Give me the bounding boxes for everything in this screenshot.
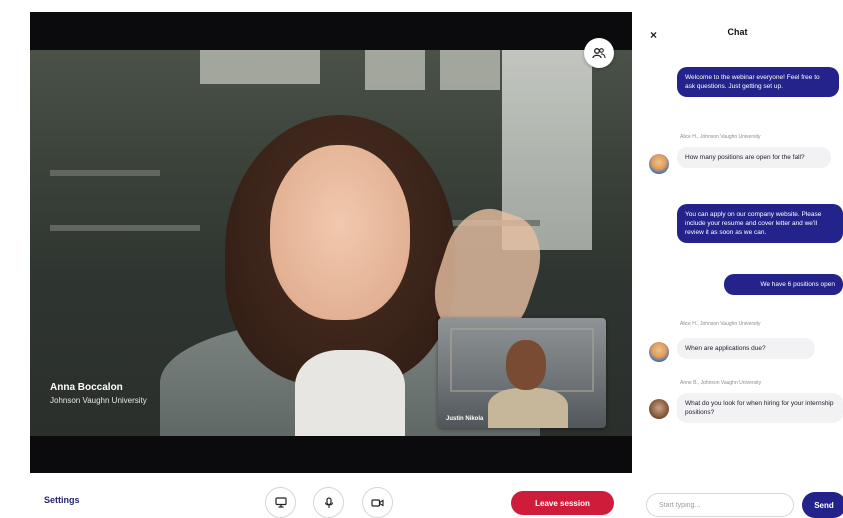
message-sender: Anne B., Johnson Vaughn University: [680, 380, 762, 386]
speaker-shirt: [295, 350, 405, 436]
video-stage: Anna Boccalon Johnson Vaughn University …: [30, 12, 632, 473]
background-shelf: [50, 170, 160, 176]
background-shelf: [50, 225, 200, 231]
participants-button[interactable]: [584, 38, 614, 68]
speaker-organization: Johnson Vaughn University: [50, 396, 147, 405]
self-view-face: [506, 340, 546, 390]
background-cabinet: [200, 50, 320, 84]
chat-message-incoming: When are applications due?: [677, 338, 815, 359]
chat-title: Chat: [727, 27, 748, 37]
send-button[interactable]: Send: [802, 492, 843, 518]
speaker-name: Anna Boccalon: [50, 382, 123, 393]
speaker-info: Anna Boccalon Johnson Vaughn University: [50, 382, 147, 405]
monitor-icon: [274, 497, 287, 508]
camera-button[interactable]: [362, 487, 393, 518]
self-view-video[interactable]: Justin Nikola: [438, 318, 606, 428]
leave-session-button[interactable]: Leave session: [511, 491, 614, 515]
participants-icon: [592, 48, 606, 59]
video-camera-icon: [371, 498, 384, 507]
microphone-icon: [324, 496, 333, 508]
chat-panel: × Chat Welcome to the webinar everyone! …: [632, 0, 843, 518]
self-view-body: [488, 388, 568, 428]
avatar: [649, 399, 669, 419]
message-sender: Alice H., Johnson Vaughn University: [680, 134, 761, 140]
chat-message-outgoing: Welcome to the webinar everyone! Feel fr…: [677, 67, 839, 97]
chat-message-input[interactable]: [646, 493, 794, 517]
microphone-button[interactable]: [313, 487, 344, 518]
background-cabinet: [440, 50, 500, 90]
background-cabinet: [365, 50, 425, 90]
self-view-name: Justin Nikola: [446, 416, 484, 422]
speaker-face: [270, 145, 410, 320]
screen-share-button[interactable]: [265, 487, 296, 518]
avatar: [649, 342, 669, 362]
settings-link[interactable]: Settings: [44, 495, 80, 505]
avatar: [649, 154, 669, 174]
chat-message-outgoing: We have 6 positions open: [724, 274, 843, 295]
chat-message-outgoing: You can apply on our company website. Pl…: [677, 204, 843, 243]
message-sender: Alice H., Johnson Vaughn University: [680, 321, 761, 327]
chat-message-incoming: What do you look for when hiring for you…: [677, 393, 843, 423]
chat-message-incoming: How many positions are open for the fall…: [677, 147, 831, 168]
